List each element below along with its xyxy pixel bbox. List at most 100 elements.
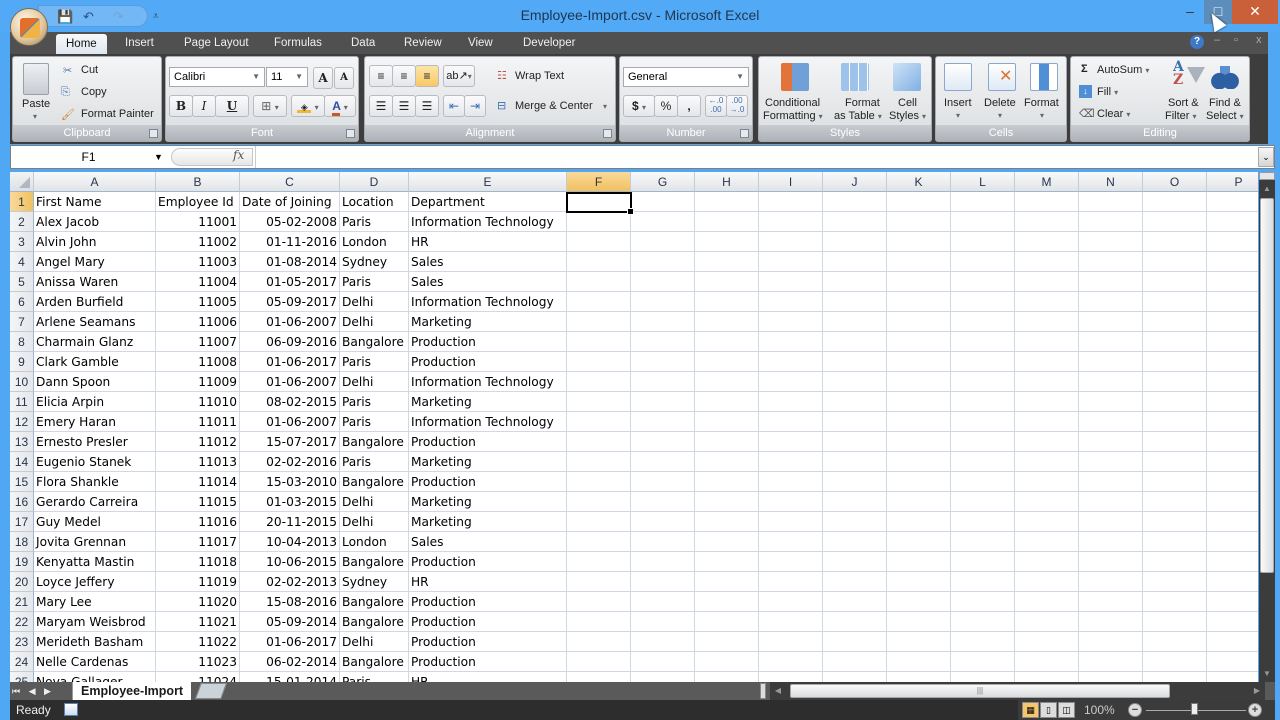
number-format-select[interactable]: General ▼	[623, 67, 749, 87]
borders-button[interactable]: ⊞ ▾	[253, 95, 287, 117]
cell-c11[interactable]: 08-02-2015	[240, 392, 340, 412]
cell-m11[interactable]	[1015, 392, 1079, 412]
cell-g2[interactable]	[631, 212, 695, 232]
cell-g8[interactable]	[631, 332, 695, 352]
name-box-dropdown-icon[interactable]: ▼	[154, 146, 163, 168]
cell-i6[interactable]	[759, 292, 823, 312]
cell-o17[interactable]	[1143, 512, 1207, 532]
cell-a12[interactable]: Emery Haran	[34, 412, 156, 432]
cell-g21[interactable]	[631, 592, 695, 612]
insert-function-button[interactable]: fx	[233, 148, 244, 162]
cell-k10[interactable]	[887, 372, 951, 392]
row-header[interactable]: 25	[10, 672, 34, 682]
cell-e24[interactable]: Production	[409, 652, 567, 672]
sort-filter-button[interactable]: Filter ▾	[1165, 110, 1197, 122]
cell-p7[interactable]	[1207, 312, 1258, 332]
cell-d10[interactable]: Delhi	[340, 372, 409, 392]
cell-f10[interactable]	[567, 372, 631, 392]
cell-i7[interactable]	[759, 312, 823, 332]
cell-a11[interactable]: Elicia Arpin	[34, 392, 156, 412]
tab-review[interactable]: Review	[394, 32, 452, 54]
close-button[interactable]: ✕	[1232, 0, 1278, 24]
cell-i5[interactable]	[759, 272, 823, 292]
cell-i11[interactable]	[759, 392, 823, 412]
tab-developer[interactable]: Developer	[513, 32, 585, 54]
scroll-down-icon[interactable]: ▼	[1259, 666, 1275, 682]
cell-b6[interactable]: 11005	[156, 292, 240, 312]
bold-button[interactable]: B	[169, 95, 193, 117]
cell-k5[interactable]	[887, 272, 951, 292]
cell-b8[interactable]: 11007	[156, 332, 240, 352]
cell-d17[interactable]: Delhi	[340, 512, 409, 532]
cell-n15[interactable]	[1079, 472, 1143, 492]
cell-c1[interactable]: Date of Joining	[240, 192, 340, 212]
cell-o6[interactable]	[1143, 292, 1207, 312]
cell-e14[interactable]: Marketing	[409, 452, 567, 472]
cell-d8[interactable]: Bangalore	[340, 332, 409, 352]
cell-f11[interactable]	[567, 392, 631, 412]
cell-e8[interactable]: Production	[409, 332, 567, 352]
italic-button[interactable]: I	[192, 95, 216, 117]
cell-i17[interactable]	[759, 512, 823, 532]
cell-i4[interactable]	[759, 252, 823, 272]
cell-p16[interactable]	[1207, 492, 1258, 512]
cell-k17[interactable]	[887, 512, 951, 532]
cell-l9[interactable]	[951, 352, 1015, 372]
cell-o14[interactable]	[1143, 452, 1207, 472]
cell-h11[interactable]	[695, 392, 759, 412]
column-header-d[interactable]: D	[340, 172, 409, 192]
cell-m14[interactable]	[1015, 452, 1079, 472]
cell-d24[interactable]: Bangalore	[340, 652, 409, 672]
align-bottom-button[interactable]: ≡	[415, 65, 439, 87]
help-icon[interactable]: ?	[1190, 35, 1204, 49]
fill-color-button[interactable]: ◈ ▾	[291, 95, 325, 117]
cell-a4[interactable]: Angel Mary	[34, 252, 156, 272]
macro-record-icon[interactable]	[64, 703, 78, 716]
cell-j2[interactable]	[823, 212, 887, 232]
cell-l18[interactable]	[951, 532, 1015, 552]
column-header-f[interactable]: F	[567, 172, 631, 192]
cell-l20[interactable]	[951, 572, 1015, 592]
cell-e22[interactable]: Production	[409, 612, 567, 632]
zoom-out-button[interactable]: −	[1128, 703, 1142, 717]
cell-g16[interactable]	[631, 492, 695, 512]
row-header[interactable]: 9	[10, 352, 34, 372]
autosum-button[interactable]: AutoSum ▾	[1097, 64, 1149, 76]
insert-dropdown[interactable]: ▾	[956, 111, 960, 120]
cell-c24[interactable]: 06-02-2014	[240, 652, 340, 672]
cell-m20[interactable]	[1015, 572, 1079, 592]
format-as-table-button[interactable]: as Table ▾	[834, 110, 882, 122]
cell-o15[interactable]	[1143, 472, 1207, 492]
cell-j18[interactable]	[823, 532, 887, 552]
cell-a5[interactable]: Anissa Waren	[34, 272, 156, 292]
cell-d20[interactable]: Sydney	[340, 572, 409, 592]
cell-p6[interactable]	[1207, 292, 1258, 312]
cell-k2[interactable]	[887, 212, 951, 232]
cell-j11[interactable]	[823, 392, 887, 412]
fill-button[interactable]: Fill ▾	[1097, 86, 1118, 98]
cell-p8[interactable]	[1207, 332, 1258, 352]
cell-f6[interactable]	[567, 292, 631, 312]
cell-f21[interactable]	[567, 592, 631, 612]
tab-insert[interactable]: Insert	[115, 32, 164, 54]
cell-e7[interactable]: Marketing	[409, 312, 567, 332]
cell-l8[interactable]	[951, 332, 1015, 352]
cell-j15[interactable]	[823, 472, 887, 492]
cell-b7[interactable]: 11006	[156, 312, 240, 332]
cell-g17[interactable]	[631, 512, 695, 532]
format-dropdown[interactable]: ▾	[1040, 111, 1044, 120]
cell-d15[interactable]: Bangalore	[340, 472, 409, 492]
cell-styles-label1[interactable]: Cell	[898, 97, 917, 109]
cell-f22[interactable]	[567, 612, 631, 632]
cell-e12[interactable]: Information Technology	[409, 412, 567, 432]
cell-d16[interactable]: Delhi	[340, 492, 409, 512]
delete-cells-button[interactable]: Delete	[984, 97, 1016, 109]
cell-f16[interactable]	[567, 492, 631, 512]
cell-n7[interactable]	[1079, 312, 1143, 332]
increase-decimal-button[interactable]: ←.0 .00	[705, 95, 727, 117]
cell-m7[interactable]	[1015, 312, 1079, 332]
column-header-a[interactable]: A	[34, 172, 156, 192]
cell-g24[interactable]	[631, 652, 695, 672]
cell-i20[interactable]	[759, 572, 823, 592]
cell-l2[interactable]	[951, 212, 1015, 232]
